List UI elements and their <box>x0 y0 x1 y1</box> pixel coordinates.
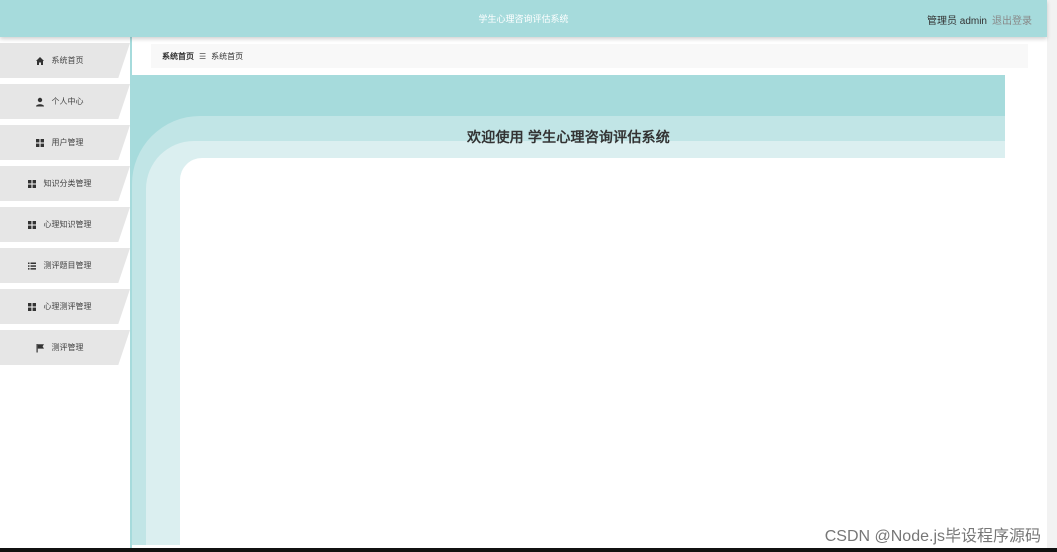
sidebar-item-label: 心理测评管理 <box>43 302 92 311</box>
sidebar-item-label: 心理知识管理 <box>43 220 92 229</box>
sidebar-item-assessment-management[interactable]: 测评管理 <box>0 330 130 365</box>
app-title: 学生心理咨询评估系统 <box>478 14 569 24</box>
breadcrumb: 系统首页 ☰ 系统首页 <box>151 44 1028 68</box>
sidebar-item-label: 测评题目管理 <box>43 261 92 270</box>
sidebar-item-question-management[interactable]: 测评题目管理 <box>0 248 130 283</box>
sidebar-item-knowledge-category[interactable]: 知识分类管理 <box>0 166 130 201</box>
sidebar-item-profile[interactable]: 个人中心 <box>0 84 130 119</box>
sidebar-item-label: 知识分类管理 <box>43 179 92 188</box>
breadcrumb-current: 系统首页 <box>211 51 244 61</box>
home-icon <box>35 56 45 66</box>
logout-link[interactable]: 退出登录 <box>992 12 1032 27</box>
grid-icon <box>35 138 45 148</box>
user-icon <box>35 97 45 107</box>
grid-icon <box>27 302 37 312</box>
welcome-heading: 欢迎使用 学生心理咨询评估系统 <box>467 129 670 145</box>
grid-icon <box>27 220 37 230</box>
breadcrumb-separator-icon: ☰ <box>199 51 207 61</box>
sidebar-item-psych-assessment[interactable]: 心理测评管理 <box>0 289 130 324</box>
sidebar-menu: 系统首页 个人中心 用户管理 知识分类管理 心理知识管理 测评题目管理 心理测评… <box>0 37 132 548</box>
breadcrumb-root[interactable]: 系统首页 <box>162 51 194 62</box>
content-area <box>180 158 1005 545</box>
grid-icon <box>27 179 37 189</box>
sidebar-item-label: 个人中心 <box>51 97 84 106</box>
flag-icon <box>35 343 45 353</box>
sidebar-item-home[interactable]: 系统首页 <box>0 43 130 78</box>
right-gutter <box>1005 75 1047 548</box>
current-user-label: 管理员 admin <box>926 16 987 27</box>
top-navbar: 学生心理咨询评估系统 管理员 admin 退出登录 <box>0 0 1047 37</box>
sidebar-item-psych-knowledge[interactable]: 心理知识管理 <box>0 207 130 242</box>
sidebar-item-label: 测评管理 <box>51 343 84 352</box>
scrollbar[interactable] <box>1047 0 1057 552</box>
sidebar-item-user-management[interactable]: 用户管理 <box>0 125 130 160</box>
bottom-edge <box>0 548 1057 552</box>
sidebar-item-label: 用户管理 <box>51 138 84 147</box>
watermark-text: CSDN @Node.js毕设程序源码 <box>824 528 1041 545</box>
list-icon <box>27 261 37 271</box>
sidebar-item-label: 系统首页 <box>51 56 84 65</box>
